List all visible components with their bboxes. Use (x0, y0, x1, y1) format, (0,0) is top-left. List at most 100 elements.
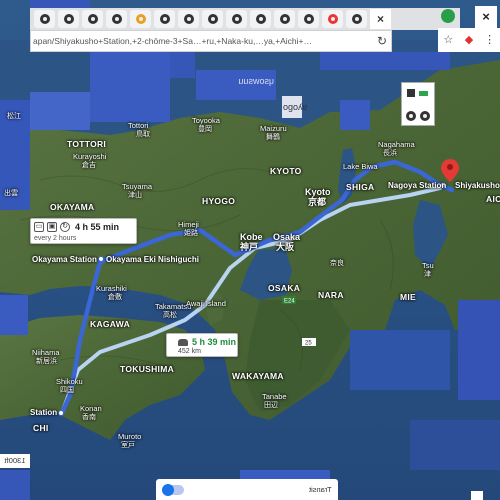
label-wakayama: WAKAYAMA (232, 371, 284, 381)
bookmark-star-icon[interactable]: ☆ (442, 34, 454, 46)
label-tokushima: TOKUSHIMA (120, 364, 175, 374)
kochi-station-dot (58, 410, 64, 416)
transit-layer-bar[interactable]: Transit (156, 479, 338, 500)
transit-duration: 4 h 55 min (75, 222, 120, 232)
drive-route-callout[interactable]: 5 h 39 min 452 km (166, 333, 238, 357)
control-icon[interactable] (420, 111, 430, 121)
label-kobe-jp: 神戸 (240, 242, 259, 252)
label-maizuru-jp: 舞鶴 (266, 134, 280, 141)
label-tsuyama: Tsuyama (122, 182, 153, 191)
label-kurayoshi-jp: 倉吉 (82, 162, 96, 169)
tab-12[interactable] (298, 10, 319, 28)
label-kagawa: KAGAWA (90, 319, 131, 329)
label-tanabe-jp: 田辺 (264, 402, 278, 409)
tab-favicon-icon (159, 14, 170, 24)
label-awaji-island: Awaji Island (186, 299, 226, 308)
tab-13[interactable] (322, 10, 343, 28)
profile-button[interactable] (438, 6, 458, 26)
profile-avatar-icon (441, 9, 455, 23)
train-icon: ▭ (34, 222, 44, 232)
label-aichi: AICHI (486, 194, 500, 204)
label-osaka-city-jp: 大阪 (276, 242, 295, 252)
label-nara-jp: 奈良 (330, 260, 344, 267)
browser-tab-strip[interactable]: × (30, 8, 460, 30)
label-tsuyama-jp: 津山 (128, 192, 142, 199)
extension-icon[interactable]: ◆ (463, 34, 475, 46)
tab-favicon-icon (255, 14, 266, 24)
label-niihama: Niihama (32, 348, 60, 357)
label-shiyakusho[interactable]: Shiyakusho (455, 182, 500, 190)
bus-icon: ▣ (47, 222, 57, 232)
tab-7[interactable] (178, 10, 199, 28)
car-icon (178, 338, 188, 346)
tab-3[interactable] (82, 10, 103, 28)
label-toyooka-jp: 豊岡 (198, 126, 212, 133)
tab-1[interactable] (34, 10, 55, 28)
menu-icon[interactable]: ⋮ (484, 34, 496, 46)
mirrored-fragment-2: ogoʎɐ (283, 102, 308, 112)
tab-favicon-icon (63, 14, 74, 24)
window-close-button[interactable]: × (475, 6, 497, 28)
label-kochi-station[interactable]: Station (30, 409, 57, 417)
tab-favicon-icon (303, 14, 314, 24)
label-kyoto: KYOTO (270, 166, 302, 176)
tab-favicon-icon (135, 14, 146, 24)
label-muroto-jp: 室戸 (121, 442, 135, 449)
control-icon[interactable] (406, 111, 416, 121)
tab-11[interactable] (274, 10, 295, 28)
label-tottori: TOTTORI (67, 139, 107, 149)
tab-favicon-icon (231, 14, 242, 24)
map-scale-label: 1300ft (0, 454, 30, 468)
map-mini-panel[interactable] (401, 82, 435, 126)
label-okayama-station[interactable]: Okayama Station (32, 256, 97, 264)
label-kochi: CHI (33, 423, 49, 433)
label-toyooka: Toyooka (192, 116, 220, 125)
reload-icon[interactable]: ↻ (373, 34, 391, 48)
label-kurayoshi: Kurayoshi (73, 152, 107, 161)
traffic-indicator-icon (419, 91, 428, 96)
label-matsue-frag: 松江 (7, 113, 21, 120)
tab-4[interactable] (106, 10, 127, 28)
tab-2[interactable] (58, 10, 79, 28)
tab-favicon-icon (111, 14, 122, 24)
label-osaka-city: Osaka (273, 232, 301, 242)
tab-9[interactable] (226, 10, 247, 28)
transit-route-callout[interactable]: ▭ ▣ ↻ 4 h 55 min every 2 hours (30, 218, 137, 244)
label-okayama: OKAYAMA (50, 202, 95, 212)
tab-favicon-icon (183, 14, 194, 24)
tab-6[interactable] (154, 10, 175, 28)
tab-10[interactable] (250, 10, 271, 28)
tab-favicon-icon (207, 14, 218, 24)
label-izumo-frag: 出雲 (4, 190, 18, 197)
label-hyogo: HYOGO (202, 196, 236, 206)
label-lake-biwa: Lake Biwa (343, 162, 378, 171)
transfer-icon: ↻ (60, 222, 70, 232)
label-takamatsu-jp: 高松 (163, 312, 177, 319)
mirrored-fragment-1: ɥsowsuu (238, 76, 274, 86)
label-nara: NARA (318, 290, 344, 300)
tab-favicon-icon (327, 14, 338, 24)
address-bar[interactable]: apan/Shiyakusho+Station,+2-chōme-3+Sa…+r… (30, 30, 392, 52)
tab-14[interactable] (346, 10, 367, 28)
label-shiga: SHIGA (346, 182, 375, 192)
label-kurashiki-jp: 倉敷 (108, 294, 122, 301)
road-shield-25: 25 (305, 341, 312, 347)
url-text[interactable]: apan/Shiyakusho+Station,+2-chōme-3+Sa…+r… (31, 36, 373, 46)
label-okayama-eki-nishiguchi[interactable]: Okayama Eki Nishiguchi (106, 256, 199, 264)
label-konan: Konan (80, 404, 102, 413)
tab-favicon-icon (351, 14, 362, 24)
label-nagoya-station[interactable]: Nagoya Station (388, 182, 446, 190)
transit-layer-toggle[interactable] (162, 483, 184, 496)
corner-fragment (471, 491, 483, 500)
label-maizuru: Maizuru (260, 124, 287, 133)
drive-distance: 452 km (178, 348, 201, 355)
tab-8[interactable] (202, 10, 223, 28)
tab-5[interactable] (130, 10, 151, 28)
tab-close-button[interactable]: × (370, 9, 391, 29)
label-kyoto-city: Kyoto (305, 187, 331, 197)
layer-icon (407, 89, 415, 97)
okayama-station-dot (98, 256, 104, 262)
drive-duration: 5 h 39 min (192, 337, 237, 347)
label-kurashiki: Kurashiki (96, 284, 127, 293)
label-konan-jp: 香南 (82, 414, 96, 421)
